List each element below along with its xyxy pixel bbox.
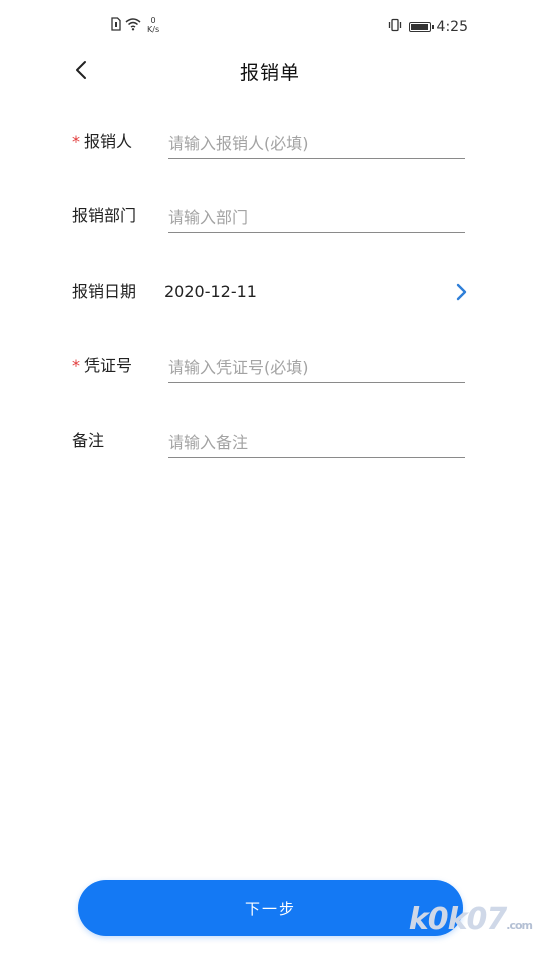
network-speed-value: 0 [150,16,156,25]
page-title: 报销单 [239,62,300,84]
remark-label: 备注 [72,431,105,450]
voucher-label-text: 凭证号 [84,356,133,375]
header-bar: 报销单 [0,52,540,92]
wifi-icon [125,16,141,35]
date-label: 报销日期 [72,282,137,301]
form-row-remark: 备注 [0,427,540,487]
applicant-input[interactable] [168,128,465,159]
vibrate-icon [387,17,403,36]
network-speed: 0 K/s [147,16,159,34]
form-row-department: 报销部门 [0,202,540,262]
date-picker-button[interactable] [452,282,472,302]
date-value[interactable]: 2020-12-11 [164,278,257,306]
required-mark: * [72,356,80,375]
voucher-label: * 凭证号 [72,352,132,380]
battery-level-fill [410,23,428,30]
sim-card-icon [111,16,121,35]
form-row-voucher: * 凭证号 [0,352,540,412]
watermark-text: k0k07 [408,902,508,937]
status-bar-right: 4:25 [387,17,468,36]
applicant-label-text: 报销人 [84,132,133,151]
voucher-input[interactable] [168,352,465,383]
remark-input[interactable] [168,427,465,458]
clock: 4:25 [436,18,468,35]
form-row-applicant: * 报销人 [0,128,540,188]
status-bar-left: 0 K/s [111,16,159,35]
required-mark: * [72,132,80,151]
chevron-right-icon [456,283,467,301]
watermark-logo: k0k07.com [408,902,533,937]
watermark-suffix: .com [506,919,533,932]
status-bar: 0 K/s 4:25 [0,0,540,52]
network-speed-unit: K/s [147,25,160,34]
department-input[interactable] [168,202,465,233]
form-row-date[interactable]: 报销日期 2020-12-11 [0,278,540,338]
next-button[interactable]: 下一步 [78,880,463,936]
applicant-label: * 报销人 [72,128,132,156]
battery-icon [408,21,434,32]
department-label: 报销部门 [72,206,137,225]
